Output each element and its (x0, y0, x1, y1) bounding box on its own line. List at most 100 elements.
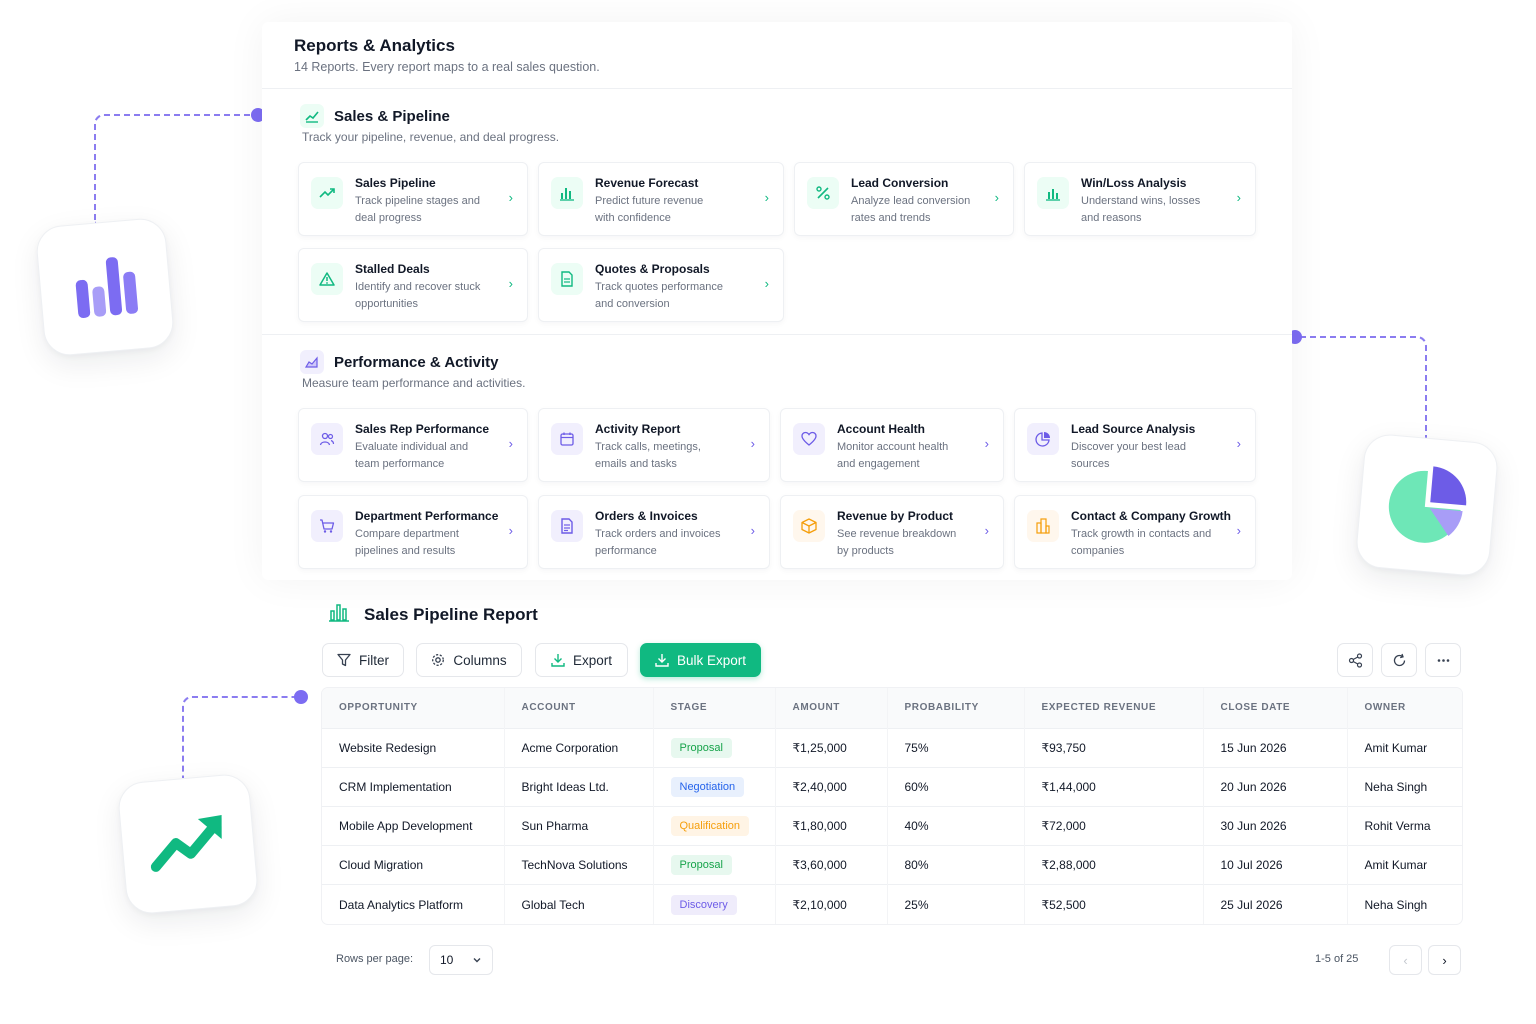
section-title: Sales & Pipeline (334, 107, 450, 125)
report-card-sales-pipeline[interactable]: Sales Pipeline Track pipeline stages and… (298, 162, 528, 236)
column-header[interactable]: ACCOUNT (503, 688, 653, 728)
document-icon (551, 263, 583, 295)
probability-cell: 75% (886, 727, 1024, 768)
account-cell: Bright Ideas Ltd. (503, 766, 653, 807)
amount-cell: ₹1,80,000 (774, 805, 887, 846)
report-card-win-loss[interactable]: Win/Loss Analysis Understand wins, losse… (1024, 162, 1256, 236)
probability-cell: 80% (886, 845, 1024, 885)
account-cell: Sun Pharma (503, 805, 653, 846)
report-card-quotes-proposals[interactable]: Quotes & Proposals Track quotes performa… (538, 248, 784, 322)
table-row[interactable]: Cloud Migration TechNova Solutions Propo… (322, 845, 1462, 885)
card-title: Activity Report (595, 422, 681, 436)
column-header[interactable]: EXPECTED REVENUE (1023, 688, 1203, 728)
owner-cell: Amit Kumar (1346, 727, 1462, 768)
trend-chart-icon (300, 104, 324, 128)
share-button[interactable] (1337, 643, 1373, 677)
card-title: Lead Conversion (851, 176, 949, 190)
export-label: Export (572, 652, 613, 668)
chevron-right-icon: › (764, 190, 769, 205)
card-title: Orders & Invoices (595, 509, 698, 523)
report-card-revenue-by-product[interactable]: Revenue by Product See revenue breakdown… (780, 495, 1004, 569)
report-card-lead-conversion[interactable]: Lead Conversion Analyze lead conversion … (794, 162, 1014, 236)
table-row[interactable]: Website Redesign Acme Corporation Propos… (322, 727, 1462, 768)
columns-button[interactable]: Columns (416, 643, 522, 677)
card-title: Revenue Forecast (595, 176, 699, 190)
table-row[interactable]: CRM Implementation Bright Ideas Ltd. Neg… (322, 766, 1462, 807)
probability-cell: 40% (886, 805, 1024, 846)
chevron-right-icon: › (508, 276, 513, 291)
chevron-down-icon (473, 958, 481, 963)
bar-chart-icon (75, 257, 138, 319)
gear-icon (432, 654, 445, 666)
card-title: Department Performance (355, 509, 499, 523)
section-sales-pipeline: Sales & Pipeline (300, 104, 450, 128)
report-card-activity-report[interactable]: Activity Report Track calls, meetings, e… (538, 408, 770, 482)
opportunity-cell: CRM Implementation (322, 766, 504, 807)
report-card-revenue-forecast[interactable]: Revenue Forecast Predict future revenue … (538, 162, 784, 236)
chevron-right-icon: › (508, 523, 513, 538)
close-date-cell: 10 Jul 2026 (1202, 845, 1347, 885)
filter-button[interactable]: Filter (322, 643, 404, 677)
export-button[interactable]: Export (535, 643, 628, 677)
card-description: Identify and recover stuck opportunities (355, 281, 481, 310)
box-icon (793, 510, 825, 542)
table-row[interactable]: Mobile App Development Sun Pharma Qualif… (322, 805, 1462, 846)
refresh-button[interactable] (1381, 643, 1417, 677)
column-header[interactable]: STAGE (652, 688, 775, 728)
stage-badge: Proposal (670, 737, 732, 758)
column-header[interactable]: AMOUNT (774, 688, 887, 728)
pipeline-table: OPPORTUNITY ACCOUNT STAGE AMOUNT PROBABI… (322, 688, 1462, 924)
close-date-cell: 30 Jun 2026 (1202, 805, 1347, 846)
card-title: Revenue by Product (837, 509, 954, 523)
stage-cell: Qualification (652, 805, 775, 846)
download-icon (551, 654, 565, 667)
card-description: Evaluate individual and team performance (355, 441, 469, 470)
warning-icon (311, 263, 343, 295)
stage-cell: Negotiation (652, 766, 775, 807)
report-card-stalled-deals[interactable]: Stalled Deals Identify and recover stuck… (298, 248, 528, 322)
expected-revenue-cell: ₹93,750 (1023, 727, 1203, 768)
trending-up-icon (150, 814, 222, 872)
chevron-right-icon: › (508, 190, 513, 205)
report-card-lead-source[interactable]: Lead Source Analysis Discover your best … (1014, 408, 1256, 482)
pie-chart-tile (1354, 432, 1500, 578)
close-date-cell: 20 Jun 2026 (1202, 766, 1347, 807)
expected-revenue-cell: ₹1,44,000 (1023, 766, 1203, 807)
bulk-export-button[interactable]: Bulk Export (640, 643, 761, 677)
bar-chart-icon (328, 601, 350, 628)
previous-page-button[interactable]: ‹ (1389, 945, 1422, 975)
probability-cell: 60% (886, 766, 1024, 807)
report-card-orders-invoices[interactable]: Orders & Invoices Track orders and invoi… (538, 495, 770, 569)
report-card-sales-rep-performance[interactable]: Sales Rep Performance Evaluate individua… (298, 408, 528, 482)
refresh-icon (1393, 653, 1405, 666)
chevron-right-icon: › (984, 436, 989, 451)
share-icon (1348, 652, 1362, 668)
chevron-right-icon: › (1236, 436, 1241, 451)
stage-cell: Discovery (652, 884, 775, 924)
report-card-department-performance[interactable]: Department Performance Compare departmen… (298, 495, 528, 569)
next-page-button[interactable]: › (1428, 945, 1461, 975)
more-icon (1437, 658, 1449, 662)
opportunity-cell: Website Redesign (322, 727, 504, 768)
page-subtitle: 14 Reports. Every report maps to a real … (294, 60, 600, 74)
divider (262, 88, 1292, 89)
rows-per-page-select[interactable]: 10 (429, 945, 493, 975)
bulk-export-label: Bulk Export (676, 652, 747, 668)
column-header[interactable]: OPPORTUNITY (322, 688, 504, 728)
chevron-right-icon: › (1236, 190, 1241, 205)
users-icon (311, 423, 343, 455)
report-card-contact-company-growth[interactable]: Contact & Company Growth Track growth in… (1014, 495, 1256, 569)
card-description: Monitor account health and engagement (837, 441, 949, 470)
card-description: Track orders and invoices performance (595, 528, 721, 557)
column-header[interactable]: OWNER (1346, 688, 1462, 728)
table-row[interactable]: Data Analytics Platform Global Tech Disc… (322, 884, 1462, 924)
close-date-cell: 15 Jun 2026 (1202, 727, 1347, 768)
stage-cell: Proposal (652, 727, 775, 768)
report-card-account-health[interactable]: Account Health Monitor account health an… (780, 408, 1004, 482)
card-title: Win/Loss Analysis (1081, 176, 1187, 190)
trending-up-icon (311, 177, 343, 209)
column-header[interactable]: PROBABILITY (886, 688, 1024, 728)
more-options-button[interactable] (1425, 643, 1461, 677)
trending-up-tile (116, 772, 260, 916)
column-header[interactable]: CLOSE DATE (1202, 688, 1347, 728)
